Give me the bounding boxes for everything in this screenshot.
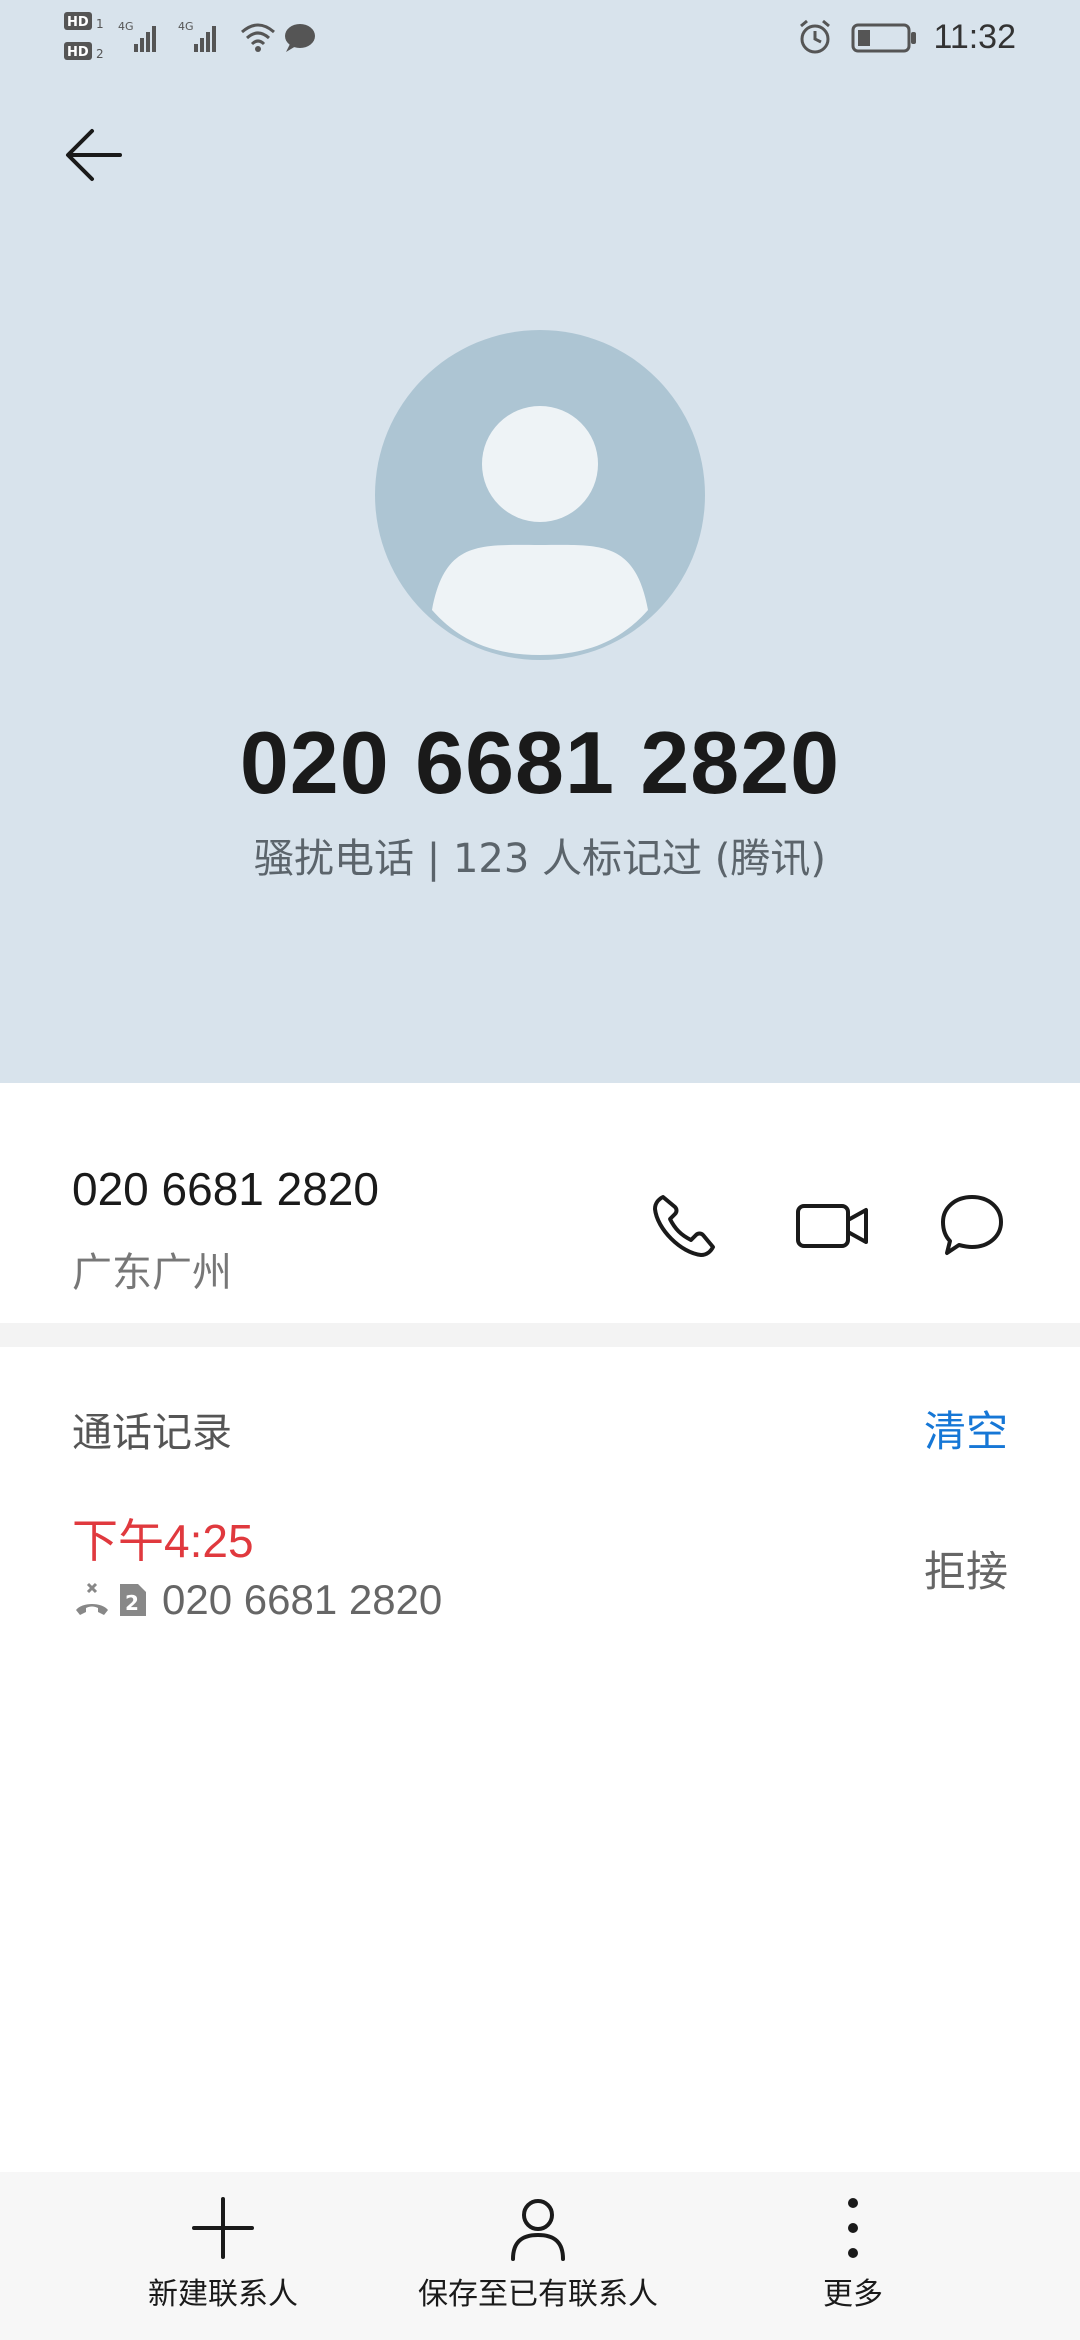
arrow-left-icon bbox=[66, 129, 122, 181]
video-call-button[interactable] bbox=[792, 1190, 872, 1262]
call-log-entry-detail: 2 020 6681 2820 bbox=[72, 1572, 442, 1628]
video-camera-icon bbox=[796, 1204, 868, 1248]
save-to-existing-contact-label: 保存至已有联系人 bbox=[418, 2277, 658, 2312]
alarm-icon bbox=[800, 19, 831, 54]
contact-detail-screen: HD 1 HD 2 4G 4G 11:32 020 6681 2820 骚扰电话… bbox=[0, 0, 1080, 2340]
section-divider bbox=[0, 1323, 1080, 1347]
svg-text:4G: 4G bbox=[118, 20, 134, 33]
plus-icon bbox=[192, 2197, 254, 2259]
spam-label: 骚扰电话 | 123 人标记过 (腾讯) bbox=[254, 836, 826, 882]
svg-text:2: 2 bbox=[125, 1591, 139, 1615]
avatar bbox=[375, 330, 705, 660]
person-icon bbox=[511, 2199, 565, 2261]
svg-text:2: 2 bbox=[96, 47, 104, 61]
person-placeholder-icon bbox=[432, 406, 648, 655]
more-vertical-icon bbox=[848, 2198, 858, 2258]
header-section: HD 1 HD 2 4G 4G 11:32 020 6681 2820 骚扰电话… bbox=[0, 0, 1080, 1083]
call-log-entry-status: 拒接 bbox=[923, 1547, 1008, 1596]
caller-number: 020 6681 2820 bbox=[239, 713, 841, 812]
clear-call-log-button[interactable]: 清空 bbox=[924, 1398, 1008, 1459]
status-time: 11:32 bbox=[933, 17, 1016, 56]
phone-location: 广东广州 bbox=[72, 1250, 232, 1296]
svg-text:1: 1 bbox=[96, 17, 104, 31]
svg-text:HD: HD bbox=[67, 45, 89, 60]
message-button[interactable] bbox=[936, 1190, 1008, 1262]
new-contact-button[interactable]: 新建联系人 bbox=[148, 2195, 298, 2313]
status-right-icons: 11:32 bbox=[795, 12, 1016, 62]
status-left-icons: HD 1 HD 2 4G 4G bbox=[64, 8, 324, 72]
rejected-call-icon bbox=[76, 1582, 108, 1615]
call-log-entry-time[interactable]: 下午4:25 bbox=[72, 1505, 254, 1571]
status-bar: HD 1 HD 2 4G 4G 11:32 bbox=[0, 0, 1080, 80]
svg-text:4G: 4G bbox=[178, 20, 194, 33]
new-contact-label: 新建联系人 bbox=[148, 2277, 298, 2312]
call-log-entry-number: 020 6681 2820 bbox=[162, 1576, 443, 1623]
call-log-title: 通话记录 bbox=[72, 1410, 232, 1456]
phone-icon bbox=[653, 1195, 715, 1257]
save-to-existing-contact-button[interactable]: 保存至已有联系人 bbox=[418, 2195, 658, 2313]
phone-number[interactable]: 020 6681 2820 bbox=[72, 1162, 379, 1216]
call-button[interactable] bbox=[648, 1190, 720, 1262]
back-button[interactable] bbox=[62, 110, 152, 200]
signal-icons: HD 1 HD 2 4G 4G bbox=[64, 12, 315, 61]
svg-text:HD: HD bbox=[67, 15, 89, 30]
more-label: 更多 bbox=[823, 2277, 883, 2312]
more-button[interactable]: 更多 bbox=[820, 2195, 886, 2313]
message-bubble-icon bbox=[941, 1195, 1003, 1255]
battery-icon bbox=[851, 23, 917, 53]
sim2-icon: 2 bbox=[120, 1584, 146, 1616]
